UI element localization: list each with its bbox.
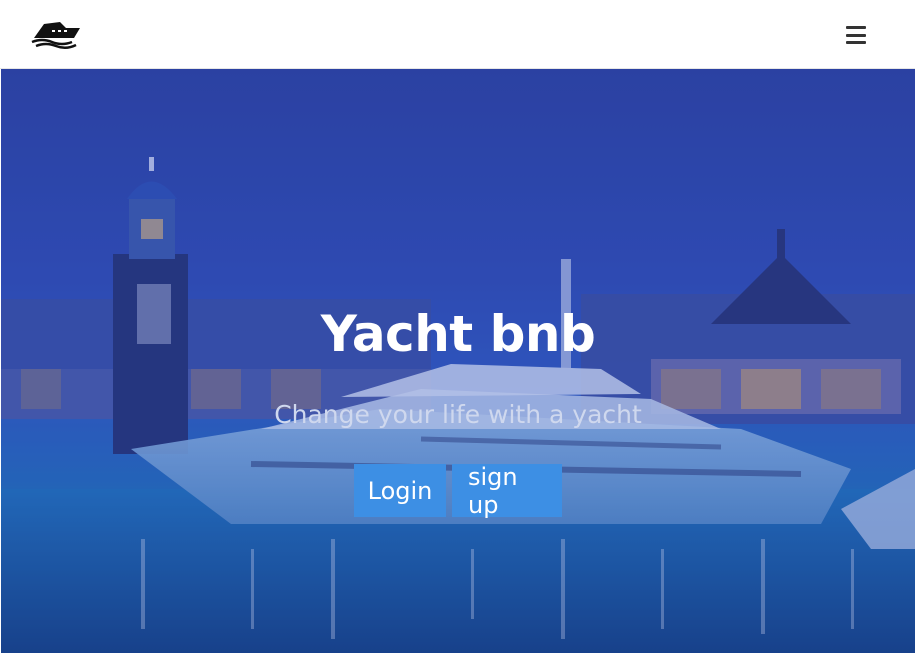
top-navbar [0, 0, 915, 69]
login-button[interactable]: Login [354, 464, 446, 517]
hero-button-row: Login sign up [354, 463, 562, 519]
hamburger-menu-icon[interactable] [846, 26, 866, 44]
hero-section: Yacht bnb Change your life with a yacht … [1, 69, 915, 653]
hero-subtitle: Change your life with a yacht [274, 400, 642, 429]
signup-button[interactable]: sign up [452, 463, 562, 519]
hero-title: Yacht bnb [320, 305, 596, 363]
yacht-logo-icon[interactable] [30, 18, 82, 50]
